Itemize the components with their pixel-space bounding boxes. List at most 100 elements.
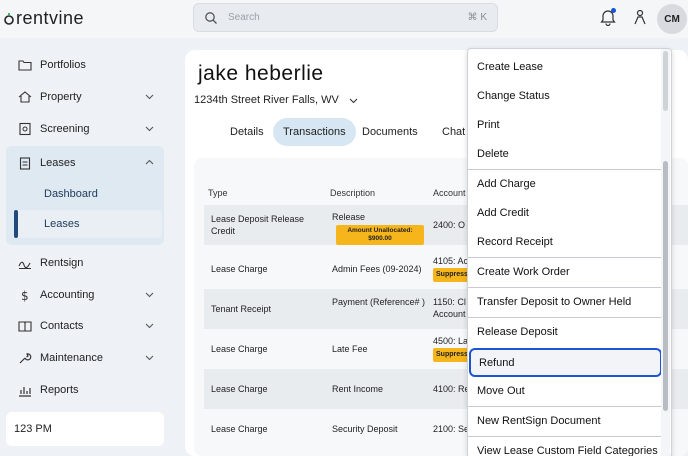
sidebar-item-label: Contacts (40, 320, 84, 332)
menu-item-new-rentsign-document[interactable]: New RentSign Document (468, 406, 662, 435)
sidebar-item-portfolios[interactable]: Portfolios (6, 50, 164, 80)
menu-item-transfer-deposit[interactable]: Transfer Deposit to Owner Held (468, 287, 662, 316)
lease-address: 1234th Street River Falls, WV (194, 94, 339, 106)
user-avatar[interactable]: CM (657, 4, 687, 34)
scrollbar-thumb[interactable] (663, 161, 668, 411)
rentvine-logo[interactable]: rentvine (4, 8, 84, 29)
wrench-icon (19, 353, 32, 364)
tab-transactions[interactable]: Transactions (273, 118, 356, 146)
folder-icon (18, 60, 32, 71)
chevron-down-icon (145, 355, 154, 361)
signature-icon (18, 261, 31, 269)
menu-item-print[interactable]: Print (468, 110, 662, 139)
lease-actions-menu: Create Lease Change Status Print Delete … (467, 48, 672, 456)
sidebar-item-label: Maintenance (40, 352, 103, 364)
suppress-badge: Suppress (433, 268, 471, 282)
cell-description: Admin Fees (09-2024) (332, 264, 422, 274)
description-text: Release (332, 212, 366, 222)
sidebar-item-label: Screening (40, 123, 90, 135)
cell-account: 4100: Re (433, 384, 470, 394)
cell-description: Late Fee (332, 344, 368, 354)
menu-item-add-charge[interactable]: Add Charge (468, 169, 662, 198)
sidebar-item-label: Portfolios (40, 59, 86, 71)
notification-dot (611, 8, 616, 13)
account-text: 4500: La (433, 336, 469, 346)
suppress-badge: Suppress (433, 348, 471, 362)
search-shortcut: ⌘ K (467, 12, 487, 23)
menu-item-delete[interactable]: Delete (468, 139, 662, 168)
sidebar-item-label: Property (40, 91, 82, 103)
cell-type: Lease Charge (211, 264, 268, 274)
sidebar: Portfolios Property Screening Leases Das… (0, 38, 175, 456)
cell-type: Tenant Receipt (211, 304, 272, 314)
lease-address-selector[interactable]: 1234th Street River Falls, WV (194, 94, 358, 106)
account-text-2: Account (433, 309, 466, 319)
person-icon[interactable] (633, 9, 647, 25)
chevron-up-icon (145, 159, 154, 165)
logo-mark-icon (4, 12, 14, 25)
menu-item-release-deposit[interactable]: Release Deposit (468, 317, 662, 346)
account-text: 4105: Ac (433, 256, 469, 266)
menu-item-move-out[interactable]: Move Out (468, 376, 662, 405)
sidebar-item-rentsign[interactable]: Rentsign (6, 248, 164, 278)
cell-account: 1150: Cl Account (433, 296, 466, 320)
cell-description: Payment (Reference# ) (332, 297, 426, 307)
search-placeholder: Search (228, 12, 260, 23)
cell-description: Rent Income (332, 384, 384, 394)
tab-details[interactable]: Details (220, 118, 274, 146)
sidebar-item-contacts[interactable]: Contacts (6, 311, 164, 341)
sidebar-subitem-label: Leases (44, 218, 80, 230)
chevron-down-icon (145, 292, 154, 298)
cell-account: 4500: La Suppress (433, 335, 471, 362)
chevron-down-icon (349, 98, 358, 103)
sidebar-item-maintenance[interactable]: Maintenance (6, 343, 164, 373)
menu-scrollbar[interactable] (661, 49, 670, 456)
clipboard-icon (19, 157, 31, 170)
account-text: 1150: Cl (433, 297, 466, 307)
sidebar-item-label: Leases (40, 157, 76, 169)
chevron-down-icon (145, 94, 154, 100)
sidebar-item-screening[interactable]: Screening (6, 114, 164, 144)
menu-item-refund[interactable]: Refund (469, 348, 662, 377)
scrollbar-thumb-upper (663, 51, 668, 111)
sidebar-item-label: Accounting (40, 289, 95, 301)
book-icon (18, 321, 32, 332)
menu-item-create-work-order[interactable]: Create Work Order (468, 257, 662, 286)
notifications-bell-icon[interactable] (600, 8, 616, 27)
cell-account: 2400: O (433, 220, 466, 230)
chevron-down-icon (145, 323, 154, 329)
sidebar-subitem-leases[interactable]: Leases (14, 210, 162, 238)
search-input[interactable]: Search ⌘ K (193, 3, 498, 32)
column-header-description: Description (330, 188, 376, 198)
leases-section: Leases Dashboard Leases (6, 146, 164, 245)
menu-item-add-credit[interactable]: Add Credit (468, 198, 662, 227)
company-switcher[interactable]: 123 PM (6, 412, 164, 446)
chart-icon (19, 387, 31, 397)
menu-item-create-lease[interactable]: Create Lease (468, 52, 662, 81)
sidebar-item-leases[interactable]: Leases (6, 148, 164, 178)
top-bar: rentvine Search ⌘ K CM (0, 0, 688, 38)
cell-type: Lease Charge (211, 384, 268, 394)
column-header-account: Account (433, 188, 466, 198)
logo-text: rentvine (16, 8, 85, 28)
cell-description: Release Amount Unallocated: $900.00 (332, 211, 432, 245)
sidebar-item-property[interactable]: Property (6, 82, 164, 112)
page-title: jake heberlie (198, 62, 324, 85)
column-header-type: Type (208, 188, 228, 198)
active-indicator (14, 210, 18, 238)
unallocated-badge: Amount Unallocated: $900.00 (336, 225, 424, 245)
menu-item-record-receipt[interactable]: Record Receipt (468, 227, 662, 256)
sidebar-item-label: Rentsign (40, 257, 84, 269)
dollar-icon: $ (21, 289, 29, 302)
sidebar-subitem-dashboard[interactable]: Dashboard (44, 188, 98, 200)
menu-item-change-status[interactable]: Change Status (468, 81, 662, 110)
tab-documents[interactable]: Documents (352, 118, 428, 146)
cell-account: 4105: Ac Suppress (433, 255, 471, 282)
menu-item-view-custom-fields[interactable]: View Lease Custom Field Categories (468, 436, 662, 456)
cell-type: Lease Charge (211, 424, 268, 434)
search-icon (205, 11, 217, 24)
cell-type: Lease Charge (211, 344, 268, 354)
sidebar-item-reports[interactable]: Reports (6, 375, 164, 405)
sidebar-item-accounting[interactable]: $ Accounting (6, 280, 164, 310)
cell-account: 2100: Se (433, 424, 470, 434)
